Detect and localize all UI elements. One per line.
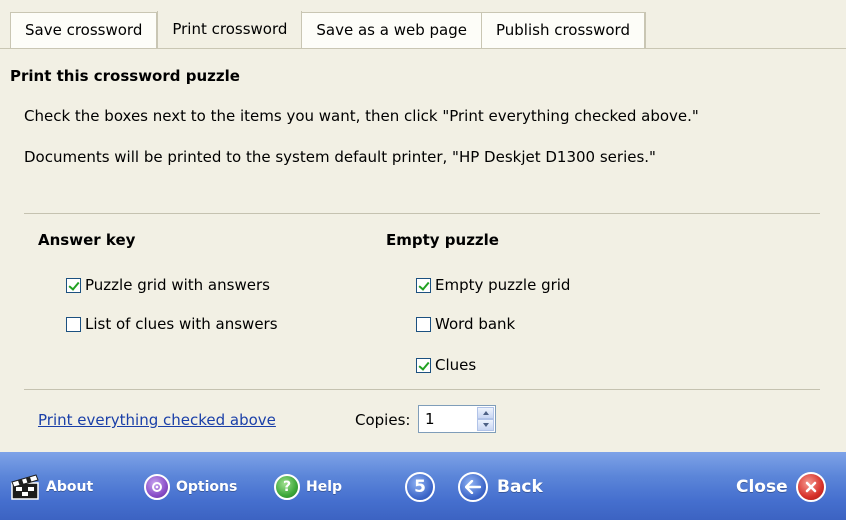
tab-print-crossword[interactable]: Print crossword <box>157 11 303 48</box>
options-icon <box>144 474 170 500</box>
film-clapper-icon <box>11 474 39 500</box>
tab-bar: Save crossword Print crossword Save as a… <box>0 0 846 49</box>
tab-publish-crossword[interactable]: Publish crossword <box>481 13 645 49</box>
copies-spinner[interactable] <box>477 407 494 431</box>
checkbox-label: List of clues with answers <box>85 315 278 333</box>
back-button[interactable]: Back <box>458 472 543 502</box>
spin-down-button[interactable] <box>477 419 494 431</box>
answer-key-heading: Answer key <box>38 231 136 249</box>
checkbox-checked[interactable] <box>416 277 431 293</box>
about-label: About <box>46 479 94 495</box>
section-divider <box>24 213 820 214</box>
step-indicator: 5 <box>405 472 435 502</box>
print-panel: Print this crossword puzzle Check the bo… <box>0 49 846 452</box>
checkbox-puzzle-grid-with-answers[interactable]: Puzzle grid with answers <box>66 274 270 296</box>
bottom-toolbar: About Options ? Help 5 Back Close <box>0 452 846 520</box>
chevron-down-icon <box>482 423 489 427</box>
checkbox-word-bank[interactable]: Word bank <box>416 313 515 335</box>
help-button[interactable]: ? Help <box>274 472 342 502</box>
back-arrow-icon <box>458 472 488 502</box>
checkbox-unchecked[interactable] <box>66 316 81 332</box>
step-number-badge: 5 <box>405 472 435 502</box>
close-button[interactable]: Close <box>736 472 826 502</box>
panel-title: Print this crossword puzzle <box>10 67 240 85</box>
spin-up-button[interactable] <box>477 407 494 419</box>
checkbox-unchecked[interactable] <box>416 316 431 332</box>
instructions-text: Check the boxes next to the items you wa… <box>24 107 699 125</box>
printer-note: Documents will be printed to the system … <box>24 148 656 166</box>
chevron-up-icon <box>482 411 489 415</box>
checkbox-checked[interactable] <box>416 357 431 373</box>
about-button[interactable]: About <box>10 472 93 502</box>
checkbox-list-of-clues-with-answers[interactable]: List of clues with answers <box>66 313 278 335</box>
copies-stepper[interactable] <box>418 405 496 433</box>
options-button[interactable]: Options <box>144 472 237 502</box>
checkbox-checked[interactable] <box>66 277 81 293</box>
empty-puzzle-heading: Empty puzzle <box>386 231 499 249</box>
tab-save-crossword[interactable]: Save crossword <box>11 13 158 49</box>
options-label: Options <box>176 479 238 495</box>
checkbox-label: Word bank <box>435 315 516 333</box>
checkbox-label: Puzzle grid with answers <box>85 276 270 294</box>
checkbox-empty-puzzle-grid[interactable]: Empty puzzle grid <box>416 274 570 296</box>
help-label: Help <box>306 479 343 495</box>
checkbox-clues[interactable]: Clues <box>416 354 476 376</box>
checkbox-label: Empty puzzle grid <box>435 276 571 294</box>
section-divider <box>24 389 820 390</box>
tab-strip: Save crossword Print crossword Save as a… <box>10 11 646 49</box>
back-label: Back <box>497 477 543 497</box>
help-icon: ? <box>274 474 300 500</box>
close-icon <box>795 472 826 502</box>
close-label: Close <box>736 477 788 497</box>
copies-label: Copies: <box>355 411 411 429</box>
checkbox-label: Clues <box>435 356 477 374</box>
tab-save-as-web-page[interactable]: Save as a web page <box>302 13 482 49</box>
copies-input[interactable] <box>419 406 475 432</box>
print-everything-link[interactable]: Print everything checked above <box>38 411 276 429</box>
